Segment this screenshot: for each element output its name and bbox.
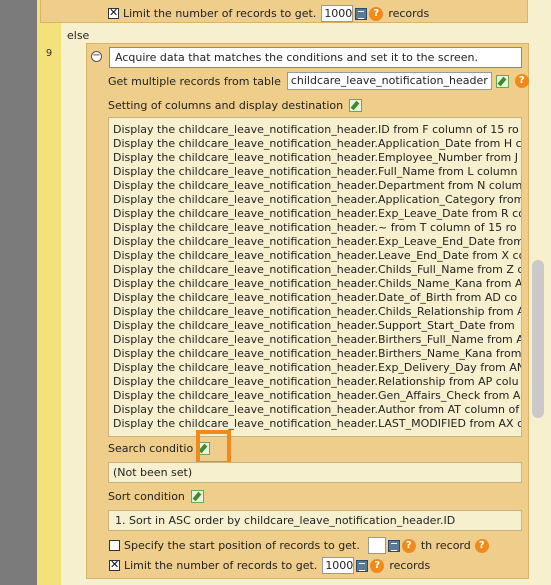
line-number-column [37,0,61,585]
list-item: Display the childcare_leave_notification… [113,375,519,388]
list-item: Display the childcare_leave_notification… [113,347,522,360]
else-label: else [67,29,90,42]
help-icon[interactable]: ? [370,558,385,573]
top-limit-label: Limit the number of records to get. [123,7,317,20]
search-condition-value: (Not been set) [108,462,522,483]
sort-condition-label: Sort condition [108,490,185,503]
start-position-input[interactable] [367,537,386,554]
list-item: Display the childcare_leave_notification… [113,361,522,374]
list-item: Display the childcare_leave_notification… [113,235,522,248]
help-icon[interactable]: ? [474,538,489,553]
sort-condition-value: 1. Sort in ASC order by childcare_leave_… [108,510,522,531]
get-records-row: Get multiple records from table childcar… [108,72,529,90]
help-icon[interactable]: ? [401,538,416,553]
edit-icon[interactable] [349,99,363,112]
search-condition-label: Search conditio [108,442,194,455]
limit-checkbox[interactable] [109,558,120,571]
list-item: Display the childcare_leave_notification… [113,277,522,290]
list-item: Display the childcare_leave_notification… [113,319,515,332]
sort-condition-row: Sort condition [108,490,204,503]
edit-icon[interactable] [495,74,509,88]
table-name-input[interactable]: childcare_leave_notification_header [286,72,492,90]
columns-header-row: Setting of columns and display destinati… [108,99,363,112]
list-item: Display the childcare_leave_notification… [113,179,522,192]
list-item: Display the childcare_leave_notification… [113,123,519,136]
scrollbar-thumb[interactable] [532,260,544,418]
line-number: 9 [45,48,53,59]
start-position-checkbox[interactable] [109,540,120,551]
start-position-suffix: th record [420,539,471,552]
columns-label: Setting of columns and display destinati… [108,99,344,112]
block-title-input[interactable]: Acquire data that matches the conditions… [109,47,522,68]
list-item: Display the childcare_leave_notification… [113,151,518,164]
search-condition-row: Search conditio [108,442,211,455]
list-item: Display the childcare_leave_notification… [113,249,522,262]
list-item: Display the childcare_leave_notification… [113,417,522,430]
top-limit-input[interactable]: 1000 [321,5,354,22]
limit-label: Limit the number of records to get. [124,559,318,572]
calculator-icon[interactable] [356,559,369,572]
list-item: Display the childcare_leave_notification… [113,333,522,346]
limit-records-label: records [389,559,431,572]
list-item: Display the childcare_leave_notification… [113,389,521,402]
top-limit-row: Limit the number of records to get. 1000… [108,5,429,22]
list-item: Display the childcare_leave_notification… [113,263,522,276]
limit-input[interactable]: 1000 [322,557,355,574]
start-position-row: Specify the start position of records to… [109,537,489,554]
collapse-icon[interactable]: − [91,51,102,62]
list-item: Display the childcare_leave_notification… [113,207,522,220]
top-limit-checkbox[interactable] [108,6,119,19]
calculator-icon[interactable] [387,539,400,552]
editor-gutter [0,0,37,585]
help-icon[interactable]: ? [514,74,529,88]
list-item: Display the childcare_leave_notification… [113,291,518,304]
list-item: Display the childcare_leave_notification… [113,305,522,318]
columns-list[interactable]: Display the childcare_leave_notification… [108,117,522,437]
list-item: Display the childcare_leave_notification… [113,221,517,234]
list-item: Display the childcare_leave_notification… [113,137,522,150]
help-icon[interactable]: ? [369,6,384,21]
highlight-box [196,430,231,465]
start-position-label: Specify the start position of records to… [124,539,360,552]
top-limit-records-label: records [388,7,430,20]
list-item: Display the childcare_leave_notification… [113,403,520,416]
list-item: Display the childcare_leave_notification… [113,193,522,206]
get-records-label: Get multiple records from table [108,74,281,88]
calculator-icon[interactable] [355,7,368,20]
limit-row: Limit the number of records to get. 1000… [109,557,430,574]
list-item: Display the childcare_leave_notification… [113,165,518,178]
edit-icon[interactable] [190,490,204,503]
